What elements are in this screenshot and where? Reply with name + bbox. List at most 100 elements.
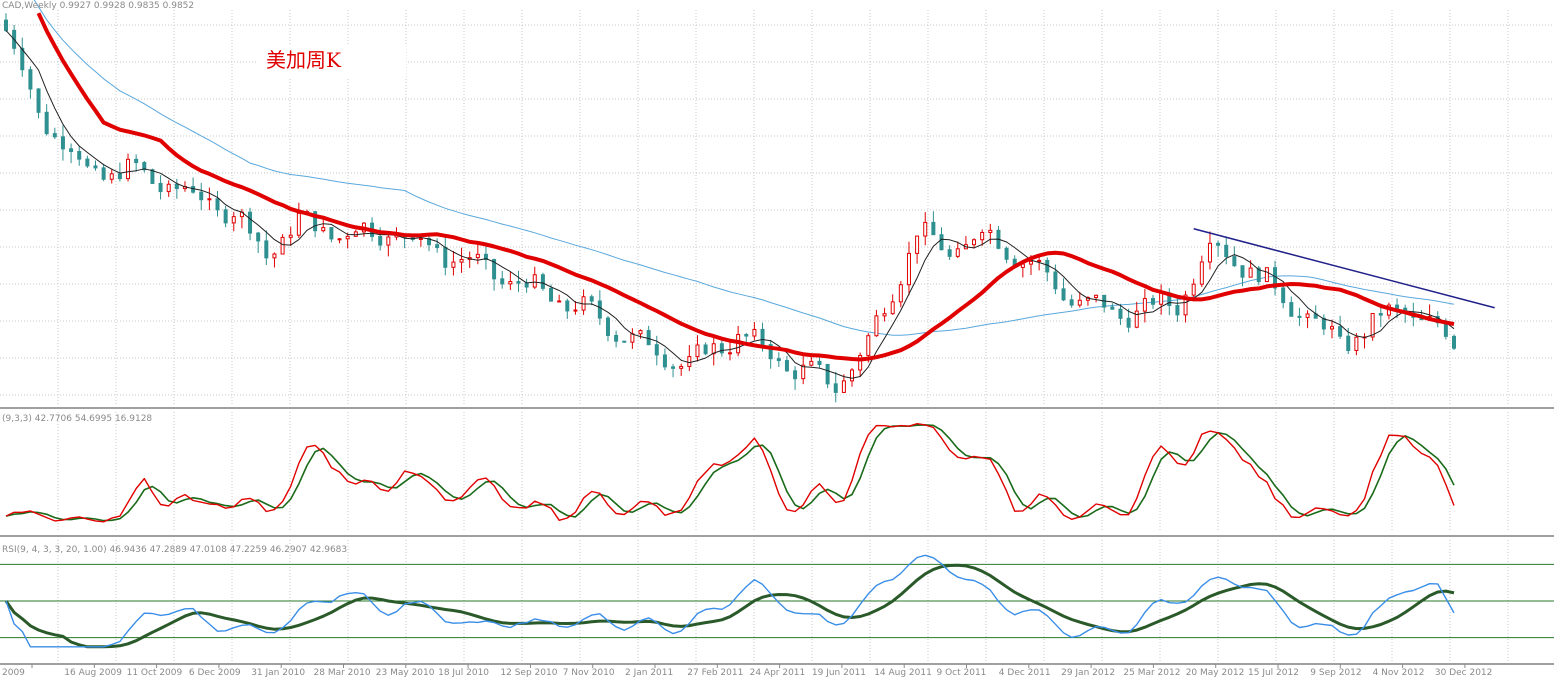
candle-body	[1028, 260, 1033, 265]
candle-body	[475, 253, 480, 259]
candle-body	[117, 173, 122, 180]
candle-body	[134, 158, 139, 164]
candle-body	[1305, 313, 1310, 318]
candle-body	[1175, 305, 1180, 316]
candle-body	[728, 352, 732, 355]
candle-body	[630, 333, 635, 343]
x-tick-label: 9 Sep 2012	[1310, 668, 1361, 678]
candle-body	[1077, 299, 1082, 306]
candle-body	[1321, 317, 1326, 330]
candle-body	[1151, 298, 1156, 305]
candle-body	[150, 169, 155, 184]
candle-body	[1264, 267, 1269, 283]
candle-body	[906, 252, 911, 286]
candle-body	[288, 234, 293, 238]
candle-body	[109, 173, 114, 180]
x-tick-label: 20 May 2012	[1186, 668, 1245, 678]
candle-body	[866, 335, 871, 356]
candle-body	[719, 343, 724, 354]
candle-body	[841, 380, 846, 393]
candle-body	[1443, 322, 1448, 337]
candle-body	[1281, 287, 1286, 304]
x-tick-label: 19 Jun 2011	[812, 668, 866, 678]
x-tick-label: 15 Jul 2012	[1248, 668, 1299, 678]
candle-body	[589, 296, 594, 302]
candle-body	[931, 221, 936, 236]
candle-body	[85, 158, 90, 167]
x-tick-label: 6 Dec 2009	[189, 668, 241, 678]
candle-body	[77, 151, 82, 160]
candle-body	[980, 231, 985, 241]
candle-body	[1134, 310, 1139, 328]
x-tick-label: 30 Dec 2012	[1435, 668, 1493, 678]
candle-body	[500, 278, 505, 285]
candle-body	[378, 235, 383, 246]
candle-body	[646, 330, 651, 346]
candle-body	[126, 158, 131, 180]
candle-body	[638, 330, 643, 335]
candle-body	[760, 328, 765, 346]
candle-body	[1207, 242, 1212, 263]
candle-body	[345, 235, 350, 240]
candle-body	[451, 261, 456, 268]
candle-body	[207, 198, 212, 201]
candle-body	[101, 167, 106, 180]
candle-body	[1094, 294, 1099, 298]
candle-body	[296, 212, 301, 236]
candle-body	[597, 300, 602, 319]
candle-body	[272, 253, 277, 259]
candle-body	[321, 227, 326, 232]
candle-body	[825, 363, 830, 385]
candle-body	[972, 239, 977, 246]
candle-body	[386, 236, 391, 246]
candle-body	[231, 216, 236, 224]
candle-body	[1338, 326, 1343, 337]
candle-body	[435, 244, 440, 249]
x-tick-label: 2009	[2, 668, 25, 678]
x-tick-label: 4 Nov 2012	[1373, 668, 1425, 678]
candle-body	[565, 300, 570, 312]
candle-body	[1061, 288, 1066, 301]
chart-background	[0, 0, 1554, 684]
x-tick-label: 23 May 2010	[376, 668, 435, 678]
x-tick-label: 7 Nov 2010	[563, 668, 615, 678]
candle-body	[166, 183, 171, 193]
candle-body	[1378, 313, 1383, 316]
candle-body	[1191, 283, 1196, 296]
candle-body	[532, 274, 537, 288]
x-tick-label: 24 Apr 2011	[750, 668, 806, 678]
candle-body	[248, 211, 253, 234]
candle-body	[1232, 256, 1237, 267]
candle-body	[776, 358, 781, 362]
candle-body	[671, 366, 676, 369]
candle-body	[939, 234, 944, 251]
candle-body	[947, 249, 952, 257]
candle-body	[679, 365, 684, 369]
candle-body	[573, 309, 578, 312]
candle-body	[1142, 298, 1147, 312]
candle-body	[1159, 292, 1164, 305]
candle-body	[1045, 259, 1050, 273]
candle-body	[955, 248, 960, 257]
candle-body	[890, 301, 895, 315]
candle-body	[524, 282, 529, 288]
candle-body	[1216, 242, 1221, 246]
candle-body	[158, 182, 163, 193]
candle-body	[703, 344, 708, 355]
candle-body	[1248, 267, 1253, 278]
stoch-panel-header: (9,3,3) 42.7706 54.6995 16.9128	[2, 414, 152, 424]
candle-body	[622, 340, 627, 343]
candle-body	[988, 229, 993, 233]
chart-title: 美加周K	[266, 48, 342, 72]
candle-body	[1289, 302, 1294, 317]
x-tick-label: 12 Sep 2010	[500, 668, 557, 678]
candle-body	[662, 354, 667, 368]
candle-body	[1370, 313, 1375, 338]
candle-body	[923, 221, 928, 237]
candle-body	[52, 133, 57, 138]
candle-body	[199, 191, 204, 201]
candle-body	[1297, 315, 1302, 318]
candle-body	[44, 111, 49, 135]
candle-body	[1452, 335, 1456, 349]
candle-body	[1240, 265, 1245, 278]
